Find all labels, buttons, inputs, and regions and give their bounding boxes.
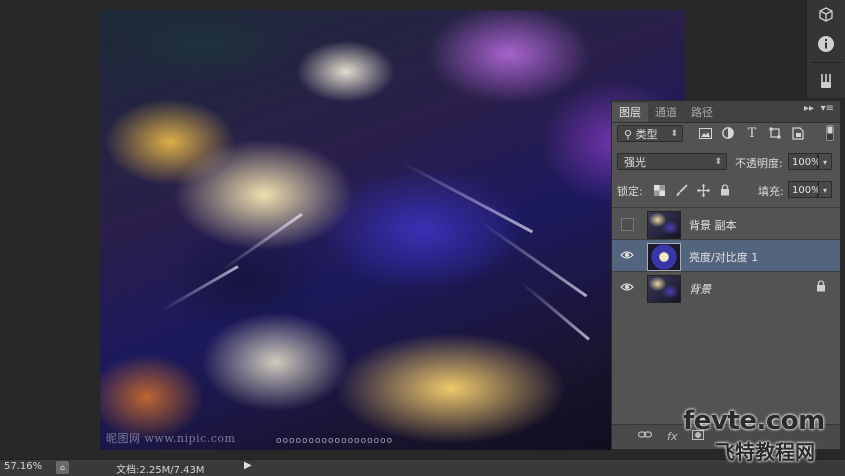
site-logo-chinese: 飞特教程网 [715, 440, 815, 464]
opacity-slider-toggle[interactable]: ▾ [818, 153, 832, 170]
zoom-level[interactable]: 57.16% [4, 461, 42, 472]
layer-filter-dropdown[interactable]: ⚲ 类型 ⬍ [617, 125, 683, 142]
shape-filter-icon[interactable] [767, 125, 783, 141]
divider [811, 62, 842, 63]
fx-icon[interactable]: fx [667, 430, 677, 443]
adjustment-layer-thumbnail [647, 243, 681, 271]
document-canvas[interactable]: 昵图网 www.nipic.com oooooooooooooooooo [100, 10, 685, 450]
collapse-panel-icon[interactable]: ▸▸ [804, 103, 814, 114]
lock-label: 锁定: [617, 185, 643, 198]
light-ray [159, 265, 239, 313]
status-menu-arrow-icon[interactable]: ▶ [244, 460, 252, 471]
light-ray [399, 160, 534, 234]
tab-paths[interactable]: 路径 [684, 103, 720, 122]
eye-icon[interactable] [620, 281, 634, 295]
blend-mode-dropdown[interactable]: 强光 ⬍ [617, 153, 727, 170]
layer-name: 背景 副本 [689, 219, 737, 232]
layer-row[interactable]: 背景 [612, 271, 840, 303]
eye-icon[interactable] [620, 249, 634, 263]
panel-toolstrip [806, 0, 845, 98]
layer-row[interactable]: 背景 副本 [612, 207, 840, 239]
light-ray [479, 220, 588, 298]
filter-toggle-icon[interactable] [822, 125, 838, 141]
adjustment-filter-icon[interactable] [720, 125, 736, 141]
brush-tools-icon[interactable] [815, 70, 837, 92]
filter-type-label: 类型 [635, 128, 658, 141]
status-export-icon[interactable]: ⌂ [56, 461, 69, 474]
layer-name: 亮度/对比度 1 [689, 251, 759, 264]
tab-layers[interactable]: 图层 [612, 103, 648, 122]
image-filter-icon[interactable] [697, 125, 713, 141]
layer-thumbnail [647, 211, 681, 239]
lock-transparency-icon[interactable] [652, 183, 666, 197]
layer-thumbnail [647, 275, 681, 303]
light-ray [219, 212, 303, 273]
opacity-input[interactable]: 100% [788, 153, 821, 170]
opacity-label: 不透明度: [735, 157, 783, 170]
lock-position-move-icon[interactable] [696, 183, 710, 197]
cube-3d-icon[interactable] [815, 4, 837, 26]
smart-object-filter-icon[interactable] [790, 125, 806, 141]
search-icon: ⚲ [624, 128, 633, 141]
layer-name: 背景 [689, 283, 711, 296]
fill-input[interactable]: 100% [788, 181, 821, 198]
site-logo: fevte.com [683, 406, 825, 436]
fill-slider-toggle[interactable]: ▾ [818, 181, 832, 198]
stepper-arrow-icon: ⬍ [670, 129, 678, 139]
link-icon[interactable] [638, 430, 653, 443]
panel-menu-icon[interactable]: ▾≡ [821, 103, 834, 114]
image-watermark: 昵图网 www.nipic.com [106, 432, 236, 445]
tab-channels[interactable]: 通道 [648, 103, 684, 122]
panel-tab-bar: 图层 通道 路径 ▸▸ ▾≡ [612, 101, 840, 123]
stepper-arrow-icon: ⬍ [714, 157, 722, 167]
type-filter-icon[interactable]: T [744, 125, 760, 141]
document-size: 文档:2.25M/7.43M [116, 465, 205, 476]
blend-mode-value: 强光 [624, 156, 646, 169]
visibility-toggle-off-icon[interactable] [621, 218, 634, 231]
layers-panel: 图层 通道 路径 ▸▸ ▾≡ ⚲ 类型 ⬍ T 强光 ⬍ 不透明度: 100% … [611, 100, 841, 450]
layer-lock-icon [816, 280, 826, 295]
layer-row[interactable]: 亮度/对比度 1 [612, 239, 840, 271]
image-watermark-dots: oooooooooooooooooo [276, 436, 394, 446]
info-icon[interactable] [815, 33, 837, 55]
fill-label: 填充: [758, 185, 784, 198]
lock-pixels-brush-icon[interactable] [674, 183, 688, 197]
lock-all-icon[interactable] [718, 183, 732, 197]
